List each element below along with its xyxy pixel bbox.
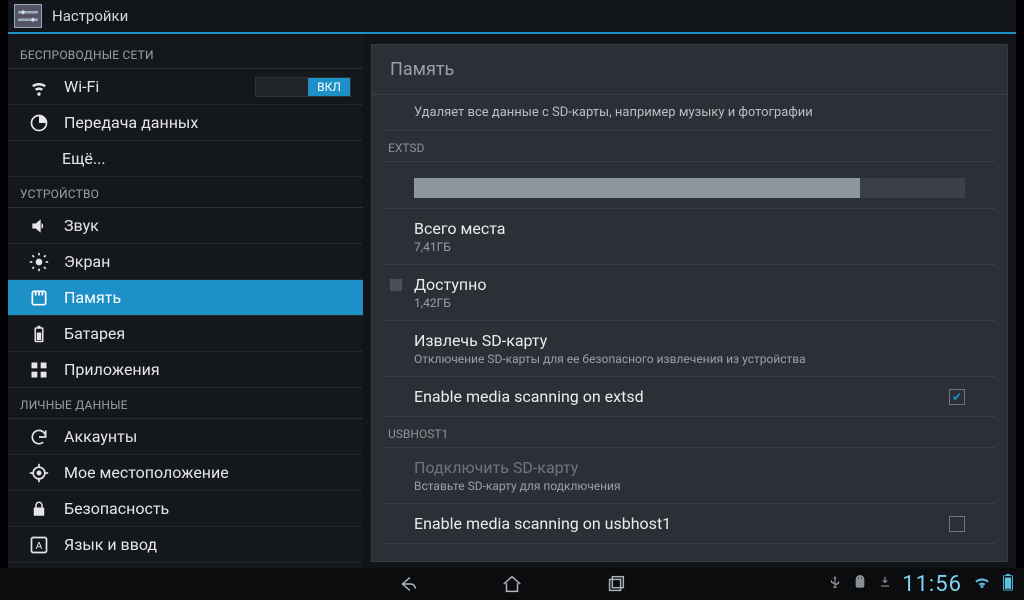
wifi-toggle[interactable]: ВКЛ xyxy=(255,77,351,97)
sidebar-item-label: Мое местоположение xyxy=(64,463,229,482)
sound-icon xyxy=(28,215,50,237)
android-debug-icon xyxy=(852,572,868,596)
section-header-device: УСТРОЙСТВО xyxy=(8,177,363,208)
storage-usage-bar xyxy=(414,178,965,198)
sidebar-item-label: Ещё... xyxy=(62,149,106,168)
display-icon xyxy=(28,251,50,273)
row-scan-usbhost1[interactable]: Enable media scanning on usbhost1 xyxy=(384,504,995,544)
row-unmount-sd[interactable]: Извлечь SD-карту Отключение SD-карты для… xyxy=(384,321,995,377)
sidebar-item-label: Аккаунты xyxy=(64,427,137,446)
body: БЕСПРОВОДНЫЕ СЕТИ Wi-Fi ВКЛ Передача дан… xyxy=(8,34,1016,568)
wifi-toggle-knob: ВКЛ xyxy=(308,78,350,96)
language-icon: A xyxy=(28,534,50,556)
content-title: Память xyxy=(372,45,1007,95)
row-sub: Вставьте SD-карту для подключения xyxy=(414,479,965,493)
row-mount-sd: Подключить SD-карту Вставьте SD-карту дл… xyxy=(384,448,995,504)
group-extsd: EXTSD xyxy=(384,131,995,162)
sidebar-item-storage[interactable]: Память xyxy=(8,280,363,316)
wifi-icon xyxy=(28,76,50,98)
recent-apps-button[interactable] xyxy=(600,572,632,596)
sidebar-item-label: Wi-Fi xyxy=(64,77,99,96)
status-bar[interactable]: 11:56 xyxy=(828,568,1014,600)
sidebar-item-battery[interactable]: Батарея xyxy=(8,316,363,352)
sidebar-item-accounts[interactable]: Аккаунты xyxy=(8,419,363,455)
row-value: 7,41ГБ xyxy=(414,240,965,254)
sidebar: БЕСПРОВОДНЫЕ СЕТИ Wi-Fi ВКЛ Передача дан… xyxy=(8,34,363,568)
sidebar-item-location[interactable]: Мое местоположение xyxy=(8,455,363,491)
checkbox-scan-usbhost1[interactable] xyxy=(949,516,965,532)
sidebar-item-label: Приложения xyxy=(64,360,160,379)
sidebar-item-label: Батарея xyxy=(64,324,125,343)
titlebar: Настройки xyxy=(8,0,1016,34)
checkbox-scan-extsd[interactable] xyxy=(949,389,965,405)
sidebar-item-label: Звук xyxy=(64,216,99,235)
row-available[interactable]: Доступно 1,42ГБ xyxy=(384,265,995,321)
home-button[interactable] xyxy=(496,572,528,596)
avail-swatch xyxy=(390,279,402,291)
sidebar-item-label: Память xyxy=(64,288,121,307)
data-icon xyxy=(28,112,50,134)
sync-icon xyxy=(28,426,50,448)
row-title: Извлечь SD-карту xyxy=(414,331,965,350)
sidebar-item-data-usage[interactable]: Передача данных xyxy=(8,105,363,141)
sidebar-item-sound[interactable]: Звук xyxy=(8,208,363,244)
sidebar-item-security[interactable]: Безопасность xyxy=(8,491,363,527)
row-title: Enable media scanning on extsd xyxy=(414,387,644,406)
sidebar-item-label: Экран xyxy=(64,252,110,271)
sidebar-item-more[interactable]: Ещё... xyxy=(8,141,363,177)
sidebar-item-language[interactable]: A Язык и ввод xyxy=(8,527,363,563)
sidebar-item-label: Безопасность xyxy=(64,499,169,518)
storage-usage-fill xyxy=(414,178,860,198)
sidebar-item-display[interactable]: Экран xyxy=(8,244,363,280)
app-title: Настройки xyxy=(52,7,128,25)
apps-icon xyxy=(28,359,50,381)
erase-sd-description: Удаляет все данные с SD-карты, например … xyxy=(384,95,995,131)
battery-icon xyxy=(28,323,50,345)
settings-window: Настройки БЕСПРОВОДНЫЕ СЕТИ Wi-Fi ВКЛ Пе… xyxy=(8,0,1016,568)
row-title: Всего места xyxy=(414,219,965,238)
sidebar-item-apps[interactable]: Приложения xyxy=(8,352,363,388)
svg-text:A: A xyxy=(36,541,43,552)
download-icon xyxy=(878,572,892,596)
back-button[interactable] xyxy=(392,572,424,596)
clock: 11:56 xyxy=(902,572,962,597)
section-header-wireless: БЕСПРОВОДНЫЕ СЕТИ xyxy=(8,38,363,69)
lock-icon xyxy=(28,498,50,520)
row-total-space[interactable]: Всего места 7,41ГБ xyxy=(384,209,995,265)
location-icon xyxy=(28,462,50,484)
sidebar-item-label: Язык и ввод xyxy=(64,535,157,554)
content-panel: Память Удаляет все данные с SD-карты, на… xyxy=(371,44,1008,562)
row-title: Доступно xyxy=(414,275,965,294)
sidebar-item-label: Передача данных xyxy=(64,113,198,132)
storage-icon xyxy=(28,287,50,309)
status-battery-icon xyxy=(1002,572,1014,596)
group-usbhost1: USBHOST1 xyxy=(384,417,995,448)
content-scroll[interactable]: Удаляет все данные с SD-карты, например … xyxy=(372,95,1007,561)
status-wifi-icon xyxy=(972,572,992,596)
sidebar-item-wifi[interactable]: Wi-Fi ВКЛ xyxy=(8,69,363,105)
section-header-personal: ЛИЧНЫЕ ДАННЫЕ xyxy=(8,388,363,419)
row-value: 1,42ГБ xyxy=(414,296,965,310)
row-title: Enable media scanning on usbhost1 xyxy=(414,514,671,533)
usb-icon xyxy=(828,572,842,596)
row-title: Подключить SD-карту xyxy=(414,458,965,477)
row-scan-extsd[interactable]: Enable media scanning on extsd xyxy=(384,377,995,417)
row-sub: Отключение SD-карты для ее безопасного и… xyxy=(414,352,965,366)
settings-app-icon xyxy=(14,4,42,28)
